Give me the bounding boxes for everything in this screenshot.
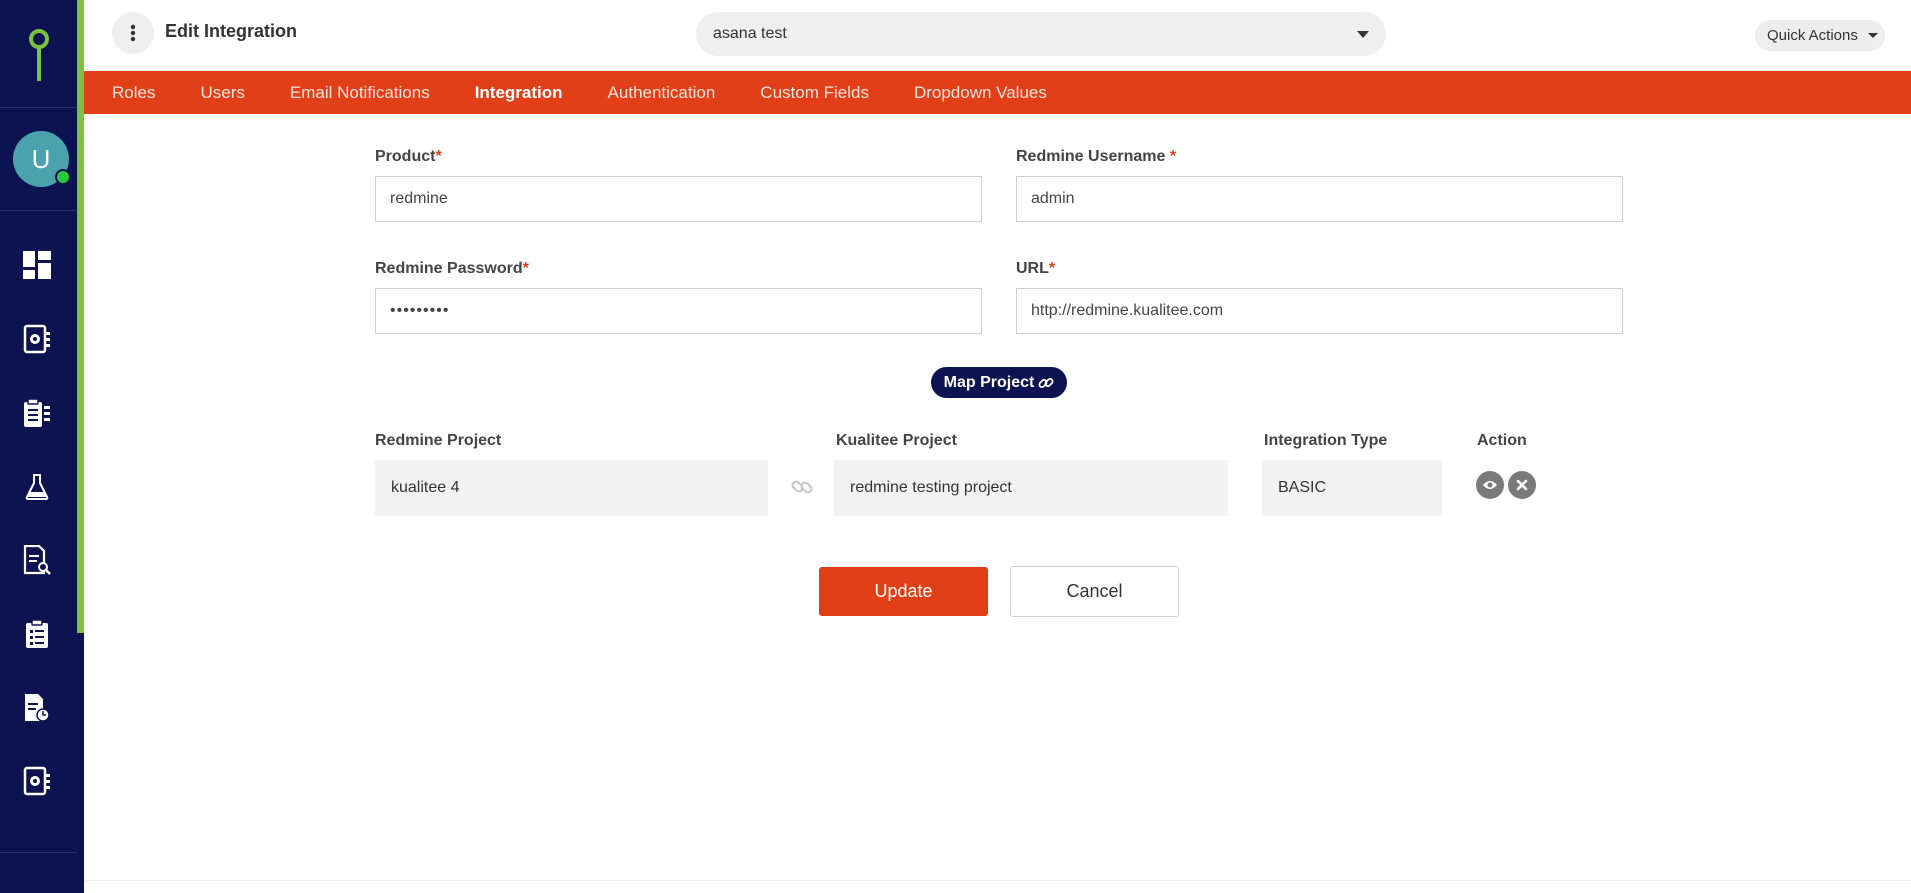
page-title: Edit Integration	[165, 21, 297, 41]
tab-dropdown-values[interactable]: Dropdown Values	[914, 83, 1047, 103]
password-label: Redmine Password*	[375, 260, 529, 277]
report-time-icon[interactable]	[22, 693, 52, 723]
checklist-icon[interactable]	[22, 619, 52, 649]
col-integration-type: Integration Type	[1264, 432, 1388, 449]
close-icon	[1516, 479, 1528, 491]
project-select-value: asana test	[713, 25, 787, 42]
caret-down-icon	[1357, 31, 1369, 38]
sidebar-divider	[0, 852, 77, 853]
quick-actions-button[interactable]: Quick Actions	[1755, 20, 1885, 51]
col-kualitee-project: Kualitee Project	[836, 432, 957, 449]
password-input[interactable]: •••••••••	[375, 288, 982, 334]
tab-integration[interactable]: Integration	[475, 83, 563, 103]
product-label: Product*	[375, 148, 442, 165]
update-button[interactable]: Update	[819, 567, 988, 616]
cancel-button[interactable]: Cancel	[1010, 566, 1179, 617]
url-label: URL*	[1016, 260, 1056, 277]
user-avatar[interactable]: U	[13, 131, 71, 187]
col-action: Action	[1477, 432, 1527, 449]
clipboard-icon[interactable]	[22, 398, 52, 428]
project-select[interactable]: asana test	[696, 12, 1386, 56]
view-mapping-button[interactable]	[1476, 471, 1504, 499]
url-input[interactable]: http://redmine.kualitee.com	[1016, 288, 1623, 334]
caret-down-icon	[1867, 33, 1878, 38]
report-search-icon[interactable]	[22, 545, 52, 575]
eye-icon	[1483, 481, 1497, 489]
settings-tabs: Roles Users Email Notifications Integrat…	[84, 71, 1911, 114]
link-icon	[1038, 377, 1054, 388]
tab-email-notifications[interactable]: Email Notifications	[290, 83, 430, 103]
tab-roles[interactable]: Roles	[112, 83, 155, 103]
quick-actions-label: Quick Actions	[1767, 27, 1858, 44]
sidebar-divider	[0, 210, 77, 211]
redmine-project-cell: kualitee 4	[375, 460, 768, 516]
remove-mapping-button[interactable]	[1508, 471, 1536, 499]
tab-custom-fields[interactable]: Custom Fields	[760, 83, 869, 103]
online-status-dot	[55, 169, 71, 185]
map-project-button[interactable]: Map Project	[931, 367, 1067, 398]
footer-divider	[84, 880, 1911, 881]
logo-icon	[28, 28, 49, 81]
col-redmine-project: Redmine Project	[375, 432, 502, 449]
integration-type-cell: BASIC	[1262, 460, 1442, 516]
map-project-label: Map Project	[943, 373, 1035, 391]
username-label: Redmine Username *	[1016, 148, 1177, 165]
sidebar-accent-stripe	[77, 0, 84, 633]
username-input[interactable]: admin	[1016, 176, 1623, 222]
top-header: Edit Integration asana test Quick Action…	[84, 0, 1911, 71]
app-logo[interactable]	[0, 0, 77, 108]
test-settings-icon[interactable]	[22, 324, 52, 354]
sidebar: U	[0, 0, 84, 893]
tab-authentication[interactable]: Authentication	[608, 83, 716, 103]
flask-icon[interactable]	[22, 472, 52, 502]
tab-users[interactable]: Users	[200, 83, 244, 103]
dashboard-icon[interactable]	[22, 250, 52, 280]
settings-doc-icon[interactable]	[22, 766, 52, 796]
product-input[interactable]: redmine	[375, 176, 982, 222]
more-vertical-icon	[130, 24, 136, 42]
kebab-menu-button[interactable]	[112, 12, 154, 54]
link-icon	[791, 480, 813, 494]
kualitee-project-cell: redmine testing project	[834, 460, 1228, 516]
